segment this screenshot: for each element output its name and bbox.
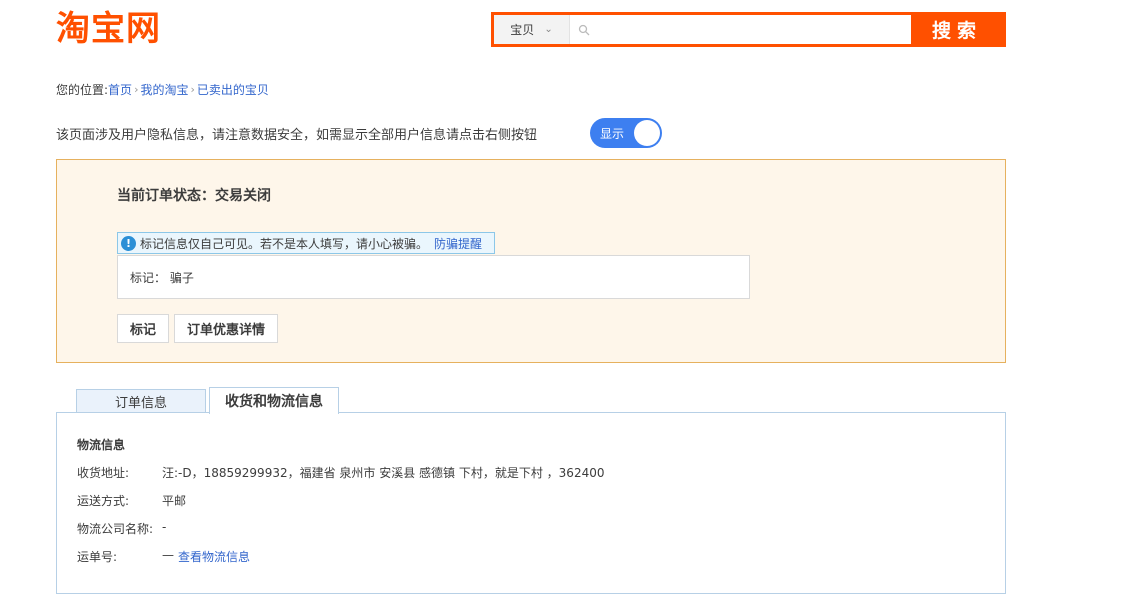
search-field[interactable] <box>570 15 911 44</box>
carrier-value: - <box>162 520 167 534</box>
view-logistics-link[interactable]: 查看物流信息 <box>178 548 250 565</box>
tracking-row: 运单号: — 查看物流信息 <box>77 548 250 565</box>
privacy-notice: 该页面涉及用户隐私信息，请注意数据安全，如需显示全部用户信息请点击右侧按钮 <box>56 128 538 143</box>
tracking-value: — <box>162 548 174 562</box>
shipping-method-row: 运送方式: 平邮 <box>77 492 186 509</box>
chevron-right-icon: › <box>134 83 139 96</box>
logistics-heading: 物流信息 <box>77 438 126 452</box>
order-status-box: 当前订单状态：交易关闭 ! 标记信息仅自己可见。若不是本人填写，请小心被骗。 防… <box>56 159 1006 363</box>
mark-button[interactable]: 标记 <box>117 314 170 343</box>
shipping-method-label: 运送方式: <box>77 494 130 508</box>
address-value: 汪:-D，18859299932，福建省 泉州市 安溪县 感德镇 下村，就是下村… <box>162 466 605 480</box>
tab-logistics-info[interactable]: 收货和物流信息 <box>209 387 339 414</box>
info-icon: ! <box>121 235 136 251</box>
breadcrumb-my-taobao[interactable]: 我的淘宝 <box>140 81 188 98</box>
address-label: 收货地址: <box>77 466 130 480</box>
carrier-row: 物流公司名称: - <box>77 520 166 537</box>
discount-details-button[interactable]: 订单优惠详情 <box>174 314 279 343</box>
search-input[interactable] <box>590 16 911 43</box>
breadcrumb-prefix: 您的位置: <box>56 83 109 97</box>
order-actions: 标记 订单优惠详情 <box>117 314 279 343</box>
carrier-label: 物流公司名称: <box>77 522 154 536</box>
address-row: 收货地址: 汪:-D，18859299932，福建省 泉州市 安溪县 感德镇 下… <box>77 464 604 481</box>
chevron-down-icon: ⌄ <box>544 24 553 35</box>
mark-content: 标记： 骗子 <box>117 255 750 299</box>
taobao-logo[interactable]: 淘宝网 <box>56 9 161 49</box>
logistics-panel: 物流信息 收货地址: 汪:-D，18859299932，福建省 泉州市 安溪县 … <box>56 412 1006 594</box>
breadcrumb: 您的位置: 首页 › 我的淘宝 › 已卖出的宝贝 <box>56 81 269 98</box>
mark-notice-text: 标记信息仅自己可见。若不是本人填写，请小心被骗。 <box>140 236 429 251</box>
show-info-toggle[interactable]: 显示 <box>590 118 662 148</box>
order-status-title: 当前订单状态：交易关闭 <box>117 188 271 204</box>
detail-tabs: 订单信息 收货和物流信息 <box>76 387 339 414</box>
search-icon <box>578 24 590 35</box>
anti-fraud-link[interactable]: 防骗提醒 <box>434 235 482 252</box>
breadcrumb-home[interactable]: 首页 <box>108 81 132 98</box>
search-category-select[interactable]: 宝贝 ⌄ <box>494 15 570 44</box>
mark-notice: ! 标记信息仅自己可见。若不是本人填写，请小心被骗。 防骗提醒 <box>117 232 496 254</box>
toggle-knob <box>634 120 660 146</box>
tracking-label: 运单号: <box>77 550 118 564</box>
tab-order-info[interactable]: 订单信息 <box>76 389 206 413</box>
search-button[interactable]: 搜索 <box>911 15 1003 44</box>
breadcrumb-sold-items[interactable]: 已卖出的宝贝 <box>197 81 269 98</box>
search-bar: 宝贝 ⌄ 搜索 <box>491 12 1006 47</box>
search-category-label: 宝贝 <box>510 23 535 37</box>
chevron-right-icon: › <box>190 83 195 96</box>
toggle-label: 显示 <box>600 127 625 141</box>
shipping-method-value: 平邮 <box>162 494 187 508</box>
